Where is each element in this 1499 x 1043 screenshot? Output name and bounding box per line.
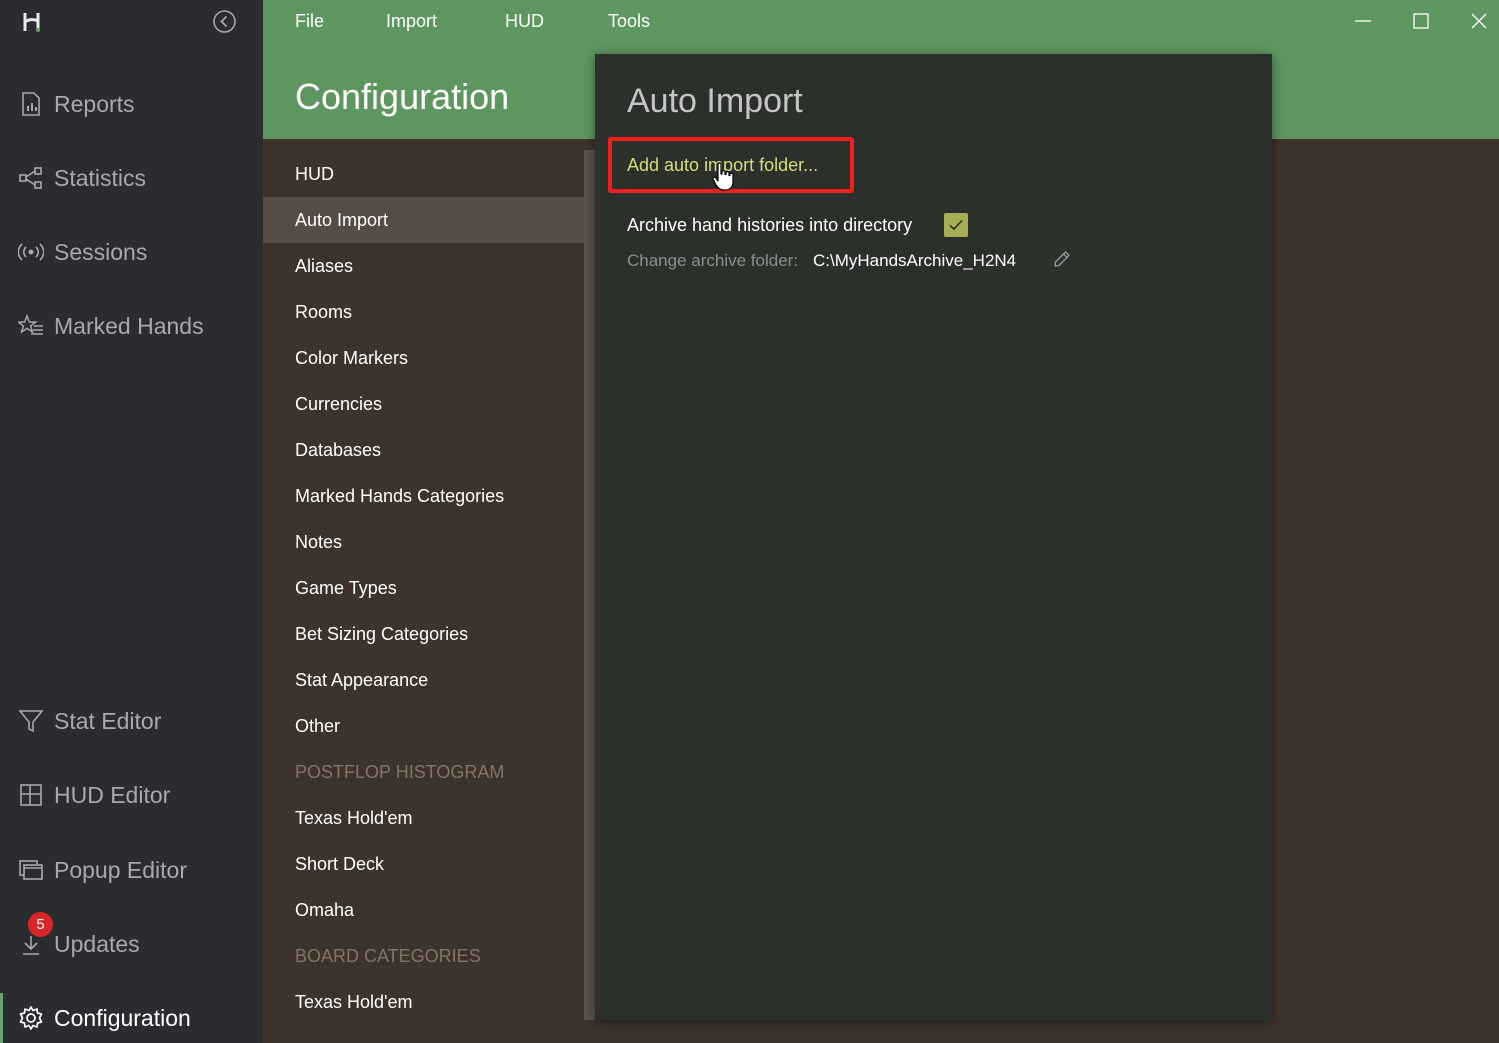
config-item-marked-hands-categories[interactable]: Marked Hands Categories (263, 473, 585, 519)
edit-archive-folder-button[interactable] (1053, 250, 1071, 268)
config-list-scrollbar[interactable] (584, 150, 595, 1020)
config-item-other[interactable]: Other (263, 703, 585, 749)
nav-label: Reports (54, 90, 135, 117)
minimize-icon (1355, 20, 1371, 22)
config-item-game-types[interactable]: Game Types (263, 565, 585, 611)
page-title: Configuration (295, 76, 510, 117)
config-item-aliases[interactable]: Aliases (263, 243, 585, 289)
menu-import[interactable]: Import (386, 11, 437, 32)
panel-title: Auto Import (627, 82, 803, 120)
close-icon (1471, 13, 1487, 29)
minimize-button[interactable] (1350, 8, 1376, 34)
filter-icon (18, 708, 44, 734)
config-category-list: HUD Auto Import Aliases Rooms Color Mark… (263, 150, 585, 1043)
updates-count-badge: 5 (28, 912, 53, 937)
archive-hand-histories-label: Archive hand histories into directory (627, 215, 913, 235)
archive-folder-path: C:\MyHandsArchive_H2N4 (813, 251, 1017, 270)
report-icon (18, 91, 44, 117)
broadcast-icon (18, 239, 44, 265)
section-header-postflop-histogram: POSTFLOP HISTOGRAM (295, 761, 505, 782)
nav-item-reports[interactable]: Reports (0, 79, 263, 129)
config-item-hud[interactable]: HUD (263, 151, 585, 197)
collapse-nav-button[interactable] (212, 9, 237, 34)
nav-item-popup-editor[interactable]: Popup Editor (0, 845, 263, 895)
config-item-rooms[interactable]: Rooms (263, 289, 585, 335)
gear-icon (18, 1005, 44, 1031)
menu-tools[interactable]: Tools (608, 11, 650, 32)
maximize-button[interactable] (1408, 8, 1434, 34)
maximize-icon (1413, 13, 1429, 29)
hand-cursor-icon (712, 162, 734, 192)
nav-item-sessions[interactable]: Sessions (0, 227, 263, 277)
windows-stack-icon (18, 857, 44, 883)
pencil-icon (1054, 251, 1070, 267)
config-item-postflop-texas-holdem[interactable]: Texas Hold'em (263, 795, 585, 841)
nav-label: Stat Editor (54, 707, 162, 734)
nav-label: Statistics (54, 164, 147, 191)
config-item-board-texas-holdem[interactable]: Texas Hold'em (263, 979, 585, 1025)
config-item-omaha[interactable]: Omaha (263, 887, 585, 933)
nav-label: Marked Hands (54, 312, 204, 339)
change-archive-folder-label: Change archive folder: (627, 251, 799, 270)
left-nav: Reports Statistics Sessions Marked Hands… (0, 0, 263, 1043)
nav-item-stat-editor[interactable]: Stat Editor (0, 696, 263, 746)
config-item-auto-import[interactable]: Auto Import (263, 197, 585, 243)
app-logo-icon (20, 10, 44, 34)
config-item-short-deck[interactable]: Short Deck (263, 841, 585, 887)
archive-hand-histories-checkbox[interactable] (944, 213, 968, 237)
checkmark-icon (949, 219, 963, 231)
config-item-databases[interactable]: Databases (263, 427, 585, 473)
star-list-icon (18, 313, 44, 339)
nav-label: HUD Editor (54, 781, 171, 808)
nav-label: Configuration (54, 1004, 191, 1031)
nav-label: Updates (54, 930, 140, 957)
config-item-currencies[interactable]: Currencies (263, 381, 585, 427)
nav-item-hud-editor[interactable]: HUD Editor (0, 770, 263, 820)
nav-item-marked-hands[interactable]: Marked Hands (0, 301, 263, 351)
nav-item-configuration[interactable]: Configuration (0, 993, 263, 1043)
config-item-color-markers[interactable]: Color Markers (263, 335, 585, 381)
section-header-board-categories: BOARD CATEGORIES (295, 945, 481, 966)
config-item-bet-sizing-categories[interactable]: Bet Sizing Categories (263, 611, 585, 657)
share-nodes-icon (18, 165, 44, 191)
menu-file[interactable]: File (295, 11, 324, 32)
nav-label: Sessions (54, 238, 148, 265)
config-item-stat-appearance[interactable]: Stat Appearance (263, 657, 585, 703)
auto-import-panel: Auto Import Add auto import folder... Ar… (595, 54, 1272, 1020)
nav-label: Popup Editor (54, 856, 187, 883)
nav-item-statistics[interactable]: Statistics (0, 153, 263, 203)
menu-hud[interactable]: HUD (505, 11, 544, 32)
layout-icon (18, 782, 44, 808)
close-button[interactable] (1466, 8, 1492, 34)
config-item-notes[interactable]: Notes (263, 519, 585, 565)
chevron-left-circle-icon (213, 10, 236, 33)
